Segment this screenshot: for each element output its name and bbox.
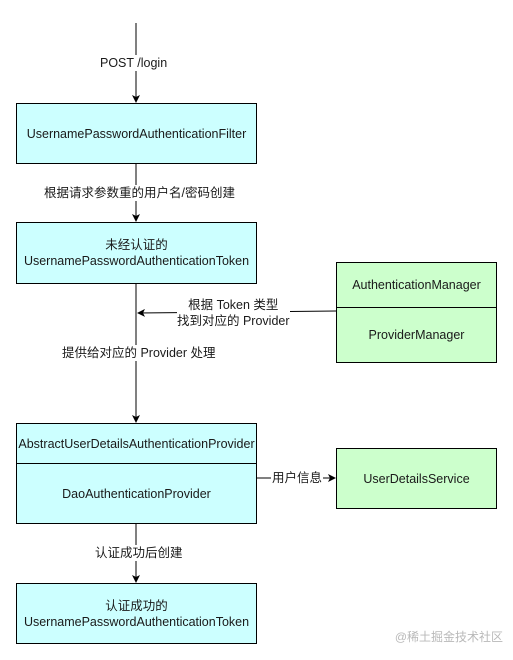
- edge-label-create-from-params: 根据请求参数重的用户名/密码创建: [44, 185, 235, 201]
- edge-label-create-after-success: 认证成功后创建: [95, 545, 183, 561]
- edge-label-user-info: 用户信息: [271, 470, 324, 486]
- edge-label-post-login: POST /login: [100, 55, 168, 71]
- node-authenticated-token-label: 认证成功的 UsernamePasswordAuthenticationToke…: [17, 584, 256, 643]
- node-filter: UsernamePasswordAuthenticationFilter: [16, 103, 257, 164]
- edge-label-find-provider: 根据 Token 类型 找到对应的 Provider: [177, 297, 290, 329]
- node-unauthenticated-token: 未经认证的 UsernamePasswordAuthenticationToke…: [16, 222, 257, 284]
- watermark: @稀土掘金技术社区: [394, 630, 503, 644]
- node-unauthenticated-token-line2: UsernamePasswordAuthenticationToken: [23, 254, 250, 268]
- node-filter-label: UsernamePasswordAuthenticationFilter: [26, 126, 247, 141]
- node-authenticated-token-line2: UsernamePasswordAuthenticationToken: [23, 614, 250, 629]
- node-authenticated-token: 认证成功的 UsernamePasswordAuthenticationToke…: [16, 583, 257, 644]
- node-provider-manager-label: ProviderManager: [337, 306, 496, 362]
- edge-label-find-provider-line1: 根据 Token 类型: [188, 298, 279, 312]
- node-unauthenticated-token-line1: 未经认证的: [105, 238, 168, 252]
- node-authenticated-token-line1: 认证成功的: [105, 598, 168, 613]
- node-authentication-manager: AuthenticationManager ProviderManager: [336, 262, 497, 363]
- edge-label-find-provider-line2: 找到对应的 Provider: [177, 314, 290, 328]
- node-unauthenticated-token-label: 未经认证的 UsernamePasswordAuthenticationToke…: [17, 223, 256, 283]
- node-user-details-service-label: UserDetailsService: [363, 471, 470, 486]
- node-user-details-service: UserDetailsService: [336, 448, 497, 509]
- node-authentication-manager-label: AuthenticationManager: [352, 277, 481, 292]
- node-abstract-provider-label: AbstractUserDetailsAuthenticationProvide…: [18, 436, 255, 451]
- node-dao-provider-label: DaoAuthenticationProvider: [17, 463, 256, 523]
- edge-label-hand-to-provider: 提供给对应的 Provider 处理: [62, 345, 216, 361]
- node-authentication-provider: AbstractUserDetailsAuthenticationProvide…: [16, 423, 257, 524]
